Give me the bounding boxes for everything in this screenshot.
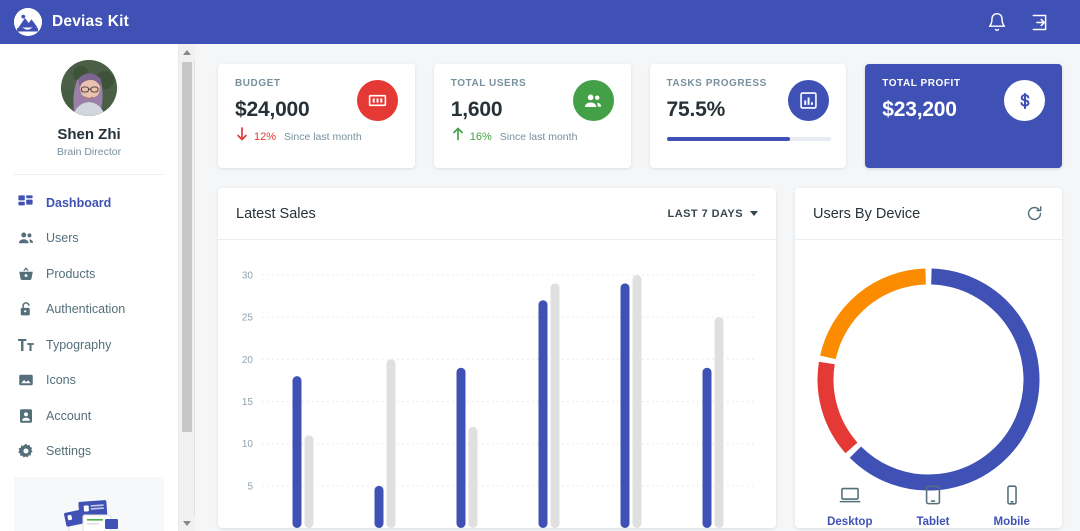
stat-delta-pct: 16% — [469, 130, 492, 143]
sidebar-nav: Dashboard Users Products Authentication … — [0, 175, 178, 469]
profile-name: Shen Zhi — [57, 126, 121, 143]
tasks-progress-bar — [666, 137, 831, 141]
device-legend: Desktop Tablet Mobile — [795, 484, 1062, 528]
sidebar-item-dashboard[interactable]: Dashboard — [8, 185, 170, 221]
bell-icon[interactable] — [987, 12, 1007, 32]
image-icon — [16, 371, 35, 390]
sidebar-item-label: Typography — [46, 337, 112, 352]
sidebar-item-account[interactable]: Account — [8, 398, 170, 434]
stat-cards-row: BUDGET $24,000 12% Since last month TOTA… — [218, 64, 1062, 168]
panel-title: Users By Device — [813, 205, 921, 222]
logout-icon[interactable] — [1029, 12, 1050, 33]
mobile-icon — [1001, 484, 1023, 511]
main-content: BUDGET $24,000 12% Since last month TOTA… — [196, 44, 1080, 531]
svg-text:10: 10 — [242, 439, 254, 450]
stat-card-total-profit[interactable]: TOTAL PROFIT $23,200 — [865, 64, 1062, 168]
sidebar-item-settings[interactable]: Settings — [8, 434, 170, 470]
sidebar-item-authentication[interactable]: Authentication — [8, 292, 170, 328]
sidebar-profile: Shen Zhi Brain Director — [0, 56, 178, 174]
latest-sales-panel: Latest Sales LAST 7 DAYS 5 10 15 20 25 30 — [218, 188, 776, 528]
device-legend-mobile[interactable]: Mobile — [993, 484, 1030, 528]
svg-text:15: 15 — [242, 397, 254, 408]
panel-title: Latest Sales — [236, 205, 316, 222]
sidebar: Shen Zhi Brain Director Dashboard Users … — [0, 44, 179, 531]
svg-text:20: 20 — [242, 355, 254, 366]
sidebar-item-label: Dashboard — [46, 195, 112, 210]
device-legend-tablet[interactable]: Tablet — [916, 484, 949, 528]
brand-title: Devias Kit — [52, 13, 129, 30]
profile-role: Brain Director — [56, 146, 122, 158]
scroll-down-arrow-icon[interactable] — [179, 515, 195, 531]
date-range-label: LAST 7 DAYS — [667, 207, 743, 220]
tasks-progress-fill — [666, 137, 791, 141]
brand-logo[interactable]: Devias Kit — [14, 8, 129, 36]
stat-card-total-users[interactable]: TOTAL USERS 1,600 16% Since last month — [433, 64, 631, 168]
down-arrow-icon — [235, 126, 249, 147]
desktop-icon — [839, 484, 861, 511]
up-arrow-icon — [451, 126, 465, 147]
date-range-button[interactable]: LAST 7 DAYS — [668, 208, 758, 220]
users-by-device-panel: Users By Device Desktop Tablet Mobile — [795, 188, 1062, 528]
svg-text:25: 25 — [242, 313, 254, 324]
gear-icon — [16, 442, 35, 461]
users-icon — [16, 229, 35, 248]
sidebar-item-products[interactable]: Products — [8, 256, 170, 292]
dashboard-icon — [16, 193, 35, 212]
sidebar-item-label: Authentication — [46, 302, 126, 317]
stat-delta: 16% Since last month — [451, 126, 578, 147]
sidebar-item-label: Users — [46, 231, 79, 246]
scroll-up-arrow-icon[interactable] — [179, 44, 195, 60]
device-name: Mobile — [993, 516, 1030, 528]
sidebar-item-typography[interactable]: Typography — [8, 327, 170, 363]
panels-row: Latest Sales LAST 7 DAYS 5 10 15 20 25 30 Use… — [218, 188, 1062, 528]
sidebar-item-label: Icons — [46, 373, 76, 388]
sidebar-scrollbar[interactable] — [179, 44, 195, 531]
basket-icon — [16, 264, 35, 283]
dashboard-page: Devias Kit Shen Zhi Brain Director Dashb… — [0, 0, 1080, 531]
avatar[interactable] — [61, 60, 117, 116]
app-bar-actions — [987, 12, 1066, 33]
svg-text:30: 30 — [242, 270, 254, 281]
latest-sales-chart[interactable]: 5 10 15 20 25 30 — [218, 240, 776, 528]
money-icon — [356, 80, 398, 121]
device-name: Tablet — [916, 516, 950, 528]
sidebar-item-users[interactable]: Users — [8, 221, 170, 257]
dollar-icon — [1004, 80, 1045, 121]
refresh-icon[interactable] — [1025, 204, 1044, 223]
stat-delta-text: Since last month — [499, 130, 578, 143]
tablet-icon — [922, 484, 944, 511]
sidebar-item-label: Account — [46, 408, 92, 423]
stat-card-budget[interactable]: BUDGET $24,000 12% Since last month — [218, 64, 415, 168]
sidebar-item-label: Settings — [46, 444, 92, 459]
people-icon — [572, 80, 614, 121]
users-by-device-chart[interactable]: Desktop Tablet Mobile — [795, 240, 1062, 528]
stat-delta: 12% Since last month — [235, 126, 362, 147]
insert-chart-icon — [788, 80, 830, 121]
device-legend-desktop[interactable]: Desktop — [827, 484, 872, 528]
stat-delta-pct: 12% — [254, 130, 277, 143]
chevron-down-icon — [750, 211, 758, 216]
users-by-device-header: Users By Device — [795, 188, 1062, 240]
scrollbar-thumb[interactable] — [182, 62, 192, 432]
text-format-icon — [16, 335, 35, 354]
sidebar-item-label: Products — [46, 266, 96, 281]
sidebar-item-icons[interactable]: Icons — [8, 363, 170, 399]
mountain-logo-icon — [14, 8, 42, 36]
app-bar: Devias Kit — [0, 0, 1080, 44]
stat-delta-text: Since last month — [284, 130, 362, 143]
lock-icon — [16, 300, 35, 319]
account-box-icon — [16, 406, 35, 425]
latest-sales-header: Latest Sales LAST 7 DAYS — [218, 188, 776, 240]
svg-text:5: 5 — [247, 481, 253, 492]
stat-card-tasks-progress[interactable]: TASKS PROGRESS 75.5% — [649, 64, 847, 168]
sidebar-promo-illustration — [14, 477, 164, 531]
device-name: Desktop — [827, 516, 873, 528]
